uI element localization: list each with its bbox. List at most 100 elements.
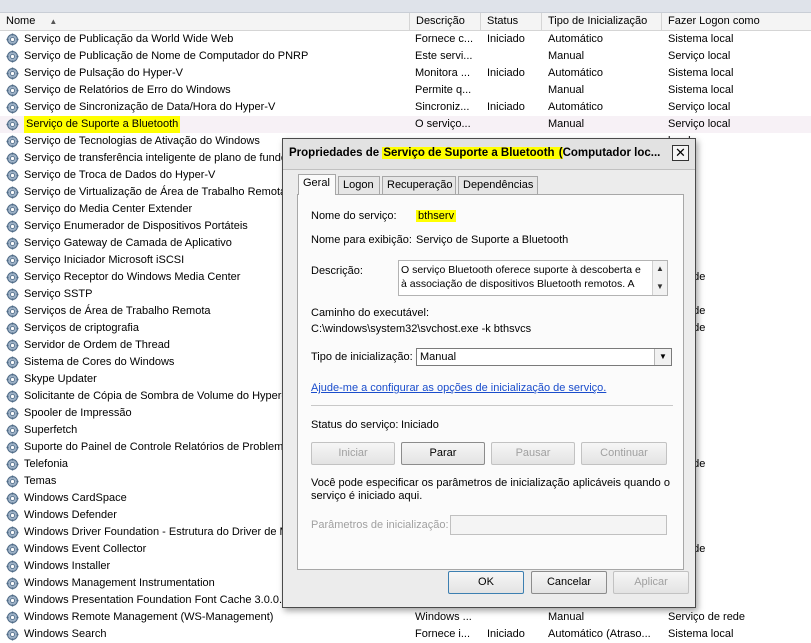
service-row[interactable]: Serviço de Publicação de Nome de Computa… [0,48,811,65]
service-desc-cell: Fornece i... [415,628,471,640]
ok-button[interactable]: OK [448,571,524,594]
service-gear-icon [6,424,19,437]
service-gear-icon [6,339,19,352]
help-configure-link[interactable]: Ajude-me a configurar as opções de inici… [311,382,606,394]
startup-type-select[interactable]: Manual ▼ [416,348,672,366]
service-name-cell: Serviço de Publicação de Nome de Computa… [6,48,410,65]
column-header-logon-as[interactable]: Fazer Logon como [662,13,811,30]
service-name-text: Serviço de Suporte a Bluetooth [24,116,181,133]
service-row[interactable]: Serviço de Publicação da World Wide Web F… [0,31,811,48]
service-name-text: Windows Remote Management (WS-Management… [24,611,274,623]
close-icon[interactable]: ✕ [672,145,689,161]
column-header-name[interactable]: Nome ▲ [0,13,410,30]
service-name-cell: Serviço de Suporte a Bluetooth [6,116,410,133]
apply-button[interactable]: Aplicar [613,571,689,594]
description-label: Descrição: [311,265,363,277]
service-name-text: Windows Management Instrumentation [24,577,215,589]
display-name-label: Nome para exibição: [311,234,412,246]
service-name-cell: Serviço de Sincronização de Data/Hora do… [6,99,410,116]
column-header-status[interactable]: Status [481,13,542,30]
stop-button[interactable]: Parar [401,442,485,465]
service-desc-cell: O serviço... [415,118,471,130]
service-row[interactable]: Serviço de Relatórios de Erro do Windows… [0,82,811,99]
cancel-button[interactable]: Cancelar [531,571,607,594]
tab-dependencies[interactable]: Dependências [458,176,538,194]
service-gear-icon [6,509,19,522]
service-start-cell: Manual [548,84,585,96]
service-logon-cell: Sistema local [668,628,734,640]
service-gear-icon [6,526,19,539]
service-gear-icon [6,407,19,420]
service-start-cell: Automático [548,67,604,79]
service-row[interactable]: Windows Remote Management (WS-Management… [0,609,811,626]
service-gear-icon [6,560,19,573]
column-header-startup-type[interactable]: Tipo de Inicialização [542,13,662,30]
service-desc-cell: Permite q... [415,84,472,96]
service-gear-icon [6,628,19,641]
service-start-cell: Automático [548,101,604,113]
service-logon-cell: Serviço local [668,50,731,62]
tab-recovery[interactable]: Recuperação [382,176,456,194]
general-tab-panel: Nome do serviço: bthserv Nome para exibi… [297,194,684,570]
service-name-text: Windows Defender [24,509,117,521]
service-name-text: Windows CardSpace [24,492,127,504]
scroll-down-icon[interactable]: ▼ [653,281,667,293]
service-gear-icon [6,101,19,114]
service-name-text: Spooler de Impressão [24,407,132,419]
continue-button[interactable]: Continuar [581,442,667,465]
start-button[interactable]: Iniciar [311,442,395,465]
service-row[interactable]: Serviço de Sincronização de Data/Hora do… [0,99,811,116]
service-name-text: Serviço de transferência inteligente de … [24,152,287,164]
service-name-text: Temas [24,475,57,487]
tab-logon[interactable]: Logon [338,176,380,194]
display-name-value[interactable]: Serviço de Suporte a Bluetooth [416,234,568,246]
service-gear-icon [6,356,19,369]
service-name-label: Nome do serviço: [311,210,397,222]
service-start-cell: Automático [548,33,604,45]
service-start-cell: Automático (Atraso... [548,628,651,640]
chevron-down-icon[interactable]: ▼ [654,349,671,365]
service-row[interactable]: Windows Search Fornece i... Iniciado Automá… [0,626,811,643]
service-name-text: Serviços de Área de Trabalho Remota [24,305,211,317]
service-name-text: Serviço Enumerador de Dispositivos Portá… [24,220,248,232]
service-status-cell: Iniciado [487,101,525,113]
service-status-label: Status do serviço: [311,419,399,431]
params-label: Parâmetros de inicialização: [311,519,449,531]
service-gear-icon [6,475,19,488]
service-name-cell: Serviço de Publicação da World Wide Web [6,31,410,48]
service-logon-cell: Serviço local [668,101,731,113]
service-gear-icon [6,118,19,131]
service-logon-cell: Sistema local [668,84,734,96]
service-name-text: Serviço Receptor do Windows Media Center [24,271,241,283]
service-name-text: Serviço Gateway de Camada de Aplicativo [24,237,232,249]
description-scrollbar[interactable]: ▲ ▼ [652,261,667,295]
service-status-cell: Iniciado [487,67,525,79]
exec-path-label: Caminho do executável: [311,307,430,319]
service-gear-icon [6,373,19,386]
sort-ascending-icon: ▲ [49,17,58,26]
service-name-text: Serviço de Tecnologias de Ativação do Wi… [24,135,260,147]
exec-path-value[interactable]: C:\windows\system32\svchost.exe -k bthsv… [311,323,531,335]
params-input[interactable] [450,515,667,535]
service-name-text: Servidor de Ordem de Thread [24,339,170,351]
service-row[interactable]: Serviço de Suporte a Bluetooth O serviço.… [0,116,811,133]
column-header-description[interactable]: Descrição [410,13,481,30]
service-name-value[interactable]: bthserv [416,210,457,222]
service-logon-cell: Serviço local [668,118,731,130]
scroll-up-icon[interactable]: ▲ [653,263,667,275]
service-gear-icon [6,390,19,403]
service-gear-icon [6,135,19,148]
service-logon-cell: Serviço de rede [668,611,746,623]
service-gear-icon [6,152,19,165]
dialog-titlebar[interactable]: Propriedades de Serviço de Suporte a Blu… [283,139,695,170]
pause-button[interactable]: Pausar [491,442,575,465]
service-row[interactable]: Serviço de Pulsação do Hyper-V Monitora .… [0,65,811,82]
service-name-cell: Windows Search [6,626,410,643]
service-name-text: Windows Presentation Foundation Font Cac… [24,594,289,606]
tab-general[interactable]: Geral [298,174,336,195]
description-textbox[interactable]: O serviço Bluetooth oferece suporte à de… [398,260,668,296]
service-status-cell: Iniciado [487,628,525,640]
service-gear-icon [6,271,19,284]
divider [311,405,673,406]
column-header: Nome ▲ Descrição Status Tipo de Inicializ… [0,13,811,31]
